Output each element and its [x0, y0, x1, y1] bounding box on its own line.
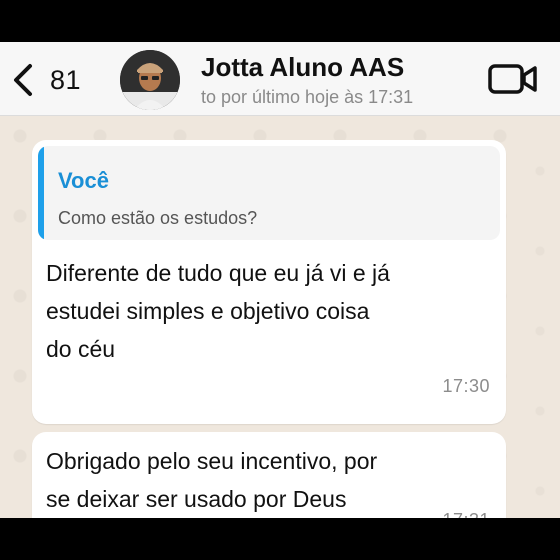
message-time: 17:30 — [442, 376, 490, 396]
quoted-message[interactable]: Você Como estão os estudos? — [38, 146, 500, 240]
top-letterbox — [0, 0, 560, 42]
message-text: Obrigado pelo seu incentivo, por se deix… — [46, 448, 378, 512]
message-list[interactable]: Você Como estão os estudos? Diferente de… — [0, 116, 560, 518]
message-bubble-incoming[interactable]: Você Como estão os estudos? Diferente de… — [32, 140, 506, 424]
quote-text: Como estão os estudos? — [58, 208, 258, 228]
chevron-left-icon — [14, 64, 32, 96]
video-call-button[interactable] — [488, 62, 538, 96]
unread-count: 81 — [50, 64, 82, 95]
quote-author: Você — [58, 168, 109, 193]
chat-screen: 81 Jotta Aluno AAS to por último hoje às… — [0, 42, 560, 518]
avatar-image — [120, 50, 180, 110]
quote-accent-bar — [38, 146, 44, 240]
message-bubble-incoming[interactable]: Obrigado pelo seu incentivo, por se deix… — [32, 432, 506, 518]
video-camera-icon — [488, 64, 537, 94]
message-time: 17:31 — [442, 510, 490, 518]
back-button[interactable]: 81 — [10, 60, 96, 100]
contact-avatar[interactable] — [120, 50, 180, 110]
chat-header: 81 Jotta Aluno AAS to por último hoje às… — [0, 42, 560, 116]
last-seen-status: to por último hoje às 17:31 — [201, 87, 414, 107]
contact-name[interactable]: Jotta Aluno AAS — [201, 52, 404, 83]
message-text: Diferente de tudo que eu já vi e já estu… — [46, 260, 390, 362]
bottom-letterbox — [0, 518, 560, 560]
